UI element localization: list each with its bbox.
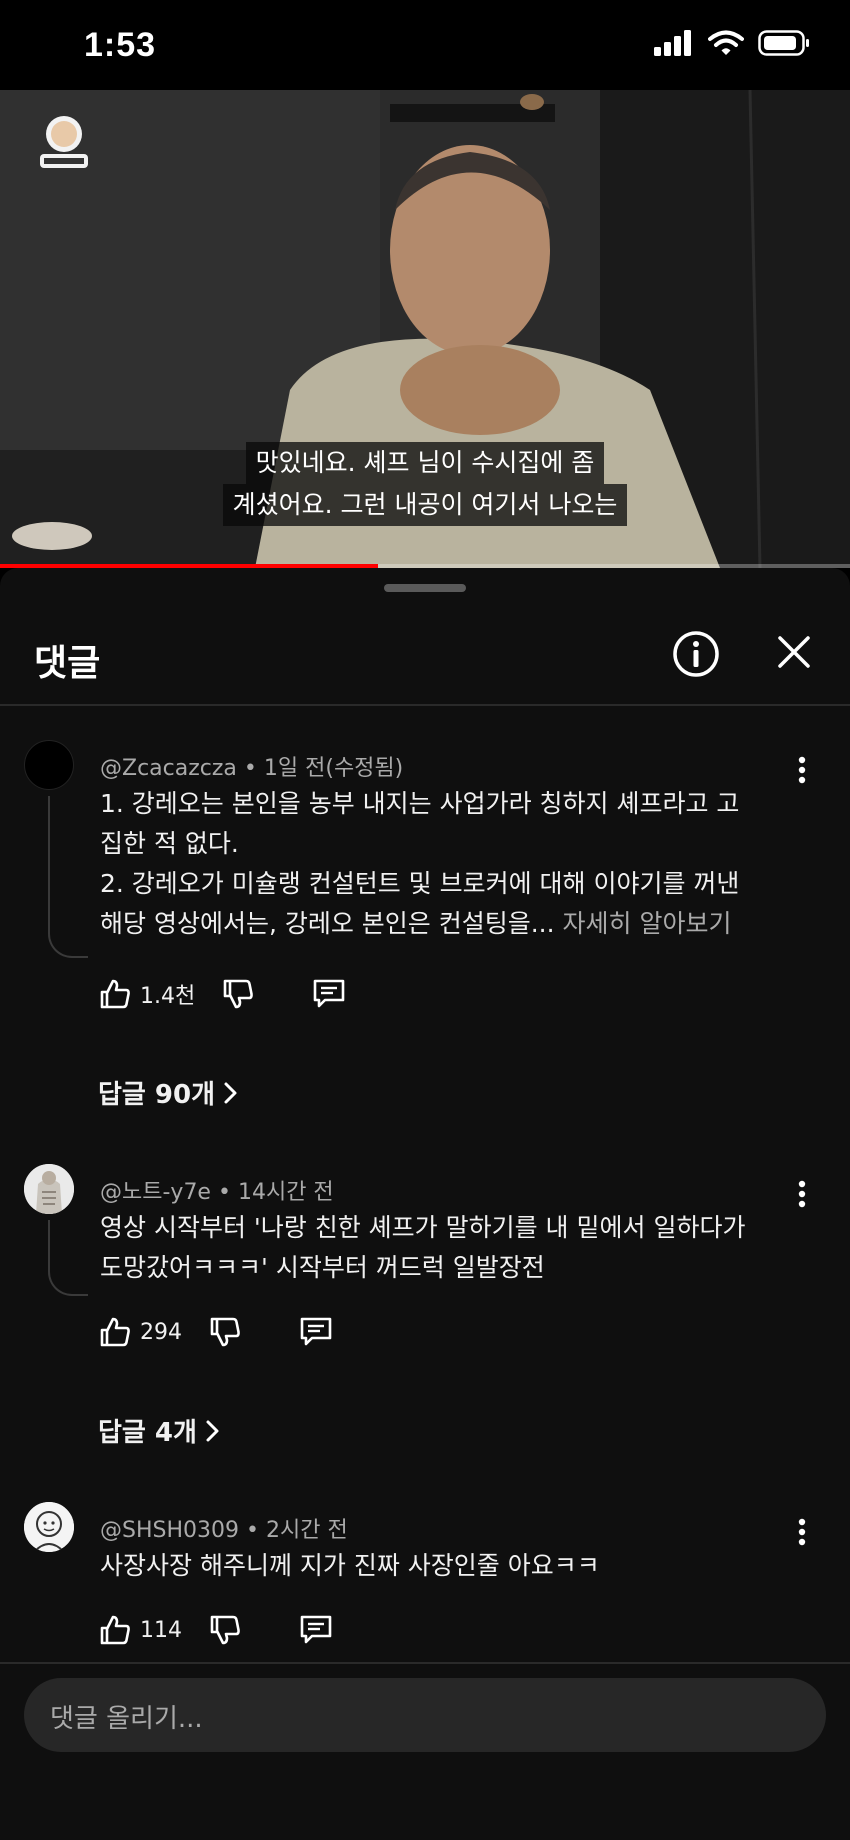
video-player[interactable]: 맛있네요. 셰프 님이 수시집에 좀 계셨어요. 그런 내공이 여기서 나오는 (0, 90, 850, 568)
replies-count: 답글 90개 (98, 1080, 215, 1110)
divider (0, 704, 850, 706)
subtitle-text: 계셨어요. 그런 내공이 여기서 나오는 (222, 484, 628, 526)
thumbs-down-icon[interactable] (221, 977, 255, 1011)
channel-logo (40, 116, 88, 168)
comment-line: 해당 영상에서는, 강레오 본인은 컨설팅을... 자세히 알아보기 (100, 904, 790, 944)
comment-meta: @Zcacazcza • 1일 전(수정됨) (100, 750, 403, 782)
comment-author[interactable]: @SHSH0309 (100, 1518, 239, 1543)
comment-line: 1. 강레오는 본인을 농부 내지는 사업가라 칭하지 셰프라고 고 (100, 789, 740, 818)
comment-meta: @노트-y7e • 14시간 전 (100, 1174, 334, 1206)
comments-sheet: 댓글 @Zcacazcza • 1일 전(수정됨) 1. 강레오는 본인을 농부… (0, 568, 850, 1840)
avatar-image (24, 1164, 74, 1214)
subtitle-text: 맛있네요. 셰프 님이 수시집에 좀 (245, 442, 605, 484)
thumbs-down-icon[interactable] (208, 1315, 242, 1349)
chevron-right-icon (206, 1420, 219, 1441)
status-time: 1:53 (84, 26, 157, 64)
thumbs-up-icon (100, 1615, 130, 1645)
comment-input-placeholder: 댓글 올리기... (50, 1704, 203, 1734)
cellular-signal-icon (654, 30, 691, 56)
close-icon[interactable] (772, 630, 816, 674)
view-replies-button[interactable]: 답글 90개 (98, 1074, 239, 1111)
battery-icon (758, 30, 809, 56)
thumbs-up-icon (100, 979, 130, 1009)
like-button[interactable]: 114 (98, 1613, 182, 1647)
comment-line: 2. 강레오가 미슐랭 컨설턴트 및 브로커에 대해 이야기를 꺼낸 (100, 869, 740, 898)
comment-line: 영상 시작부터 '나랑 친한 셰프가 말하기를 내 밑에서 일하다가 (100, 1213, 746, 1242)
wifi-icon (708, 30, 744, 55)
thread-line (48, 1220, 88, 1296)
comment-time: 1일 전(수정됨) (263, 756, 404, 781)
like-button[interactable]: 1.4천 (98, 977, 195, 1011)
replies-count: 답글 4개 (98, 1418, 197, 1448)
comment-line-text: 해당 영상에서는, 강레오 본인은 컨설팅을... (100, 909, 555, 938)
more-options-icon[interactable] (784, 1514, 820, 1550)
subtitle-line: 계셨어요. 그런 내공이 여기서 나오는 (0, 484, 850, 526)
comment-text: 영상 시작부터 '나랑 친한 셰프가 말하기를 내 밑에서 일하다가 도망갔어ㅋ… (100, 1208, 790, 1288)
more-options-icon[interactable] (784, 752, 820, 788)
more-options-icon[interactable] (784, 1176, 820, 1212)
view-replies-button[interactable]: 답글 4개 (98, 1412, 221, 1449)
comment-text: 1. 강레오는 본인을 농부 내지는 사업가라 칭하지 셰프라고 고 집한 적 … (100, 784, 790, 944)
comments-header: 댓글 (0, 628, 850, 690)
avatar[interactable] (24, 1502, 74, 1552)
comment-author[interactable]: @노트-y7e (100, 1180, 211, 1205)
read-more-link[interactable]: 자세히 알아보기 (555, 909, 732, 938)
comment-line: 도망갔어ㅋㅋㅋ' 시작부터 꺼드럭 일발장전 (100, 1253, 545, 1282)
comment-time: 14시간 전 (237, 1180, 334, 1205)
dot-separator: • (217, 1180, 238, 1205)
like-count: 114 (140, 1617, 182, 1643)
comment-actions: 1.4천 (98, 972, 347, 1016)
avatar[interactable] (24, 1164, 74, 1214)
info-circle-icon[interactable] (670, 628, 722, 680)
thread-line (48, 796, 88, 958)
reply-icon[interactable] (298, 1613, 334, 1647)
divider (0, 1662, 850, 1664)
comments-title: 댓글 (34, 643, 101, 684)
reply-icon[interactable] (298, 1315, 334, 1349)
avatar-image (24, 1502, 74, 1552)
like-button[interactable]: 294 (98, 1315, 182, 1349)
thumbs-down-icon[interactable] (208, 1613, 242, 1647)
drag-handle[interactable] (384, 584, 466, 592)
like-count: 1.4천 (140, 984, 196, 1009)
comment-author[interactable]: @Zcacazcza (100, 756, 237, 781)
comment-text: 사장사장 해주니께 지가 진짜 사장인줄 아요ㅋㅋ (100, 1546, 790, 1586)
comment-time: 2시간 전 (266, 1518, 348, 1543)
comment-input[interactable]: 댓글 올리기... (24, 1678, 826, 1752)
dot-separator: • (243, 756, 264, 781)
comment-actions: 114 (98, 1608, 334, 1652)
status-bar: 1:53 (0, 0, 850, 90)
chevron-right-icon (224, 1082, 237, 1103)
dot-separator: • (246, 1518, 266, 1543)
thumbs-up-icon (100, 1317, 130, 1347)
comment-actions: 294 (98, 1310, 334, 1354)
comment-meta: @SHSH0309 • 2시간 전 (100, 1512, 348, 1544)
like-count: 294 (140, 1319, 182, 1345)
comment-line: 집한 적 없다. (100, 829, 239, 858)
status-icons (654, 30, 810, 56)
reply-icon[interactable] (311, 977, 347, 1011)
comment-line: 사장사장 해주니께 지가 진짜 사장인줄 아요ㅋㅋ (100, 1551, 600, 1580)
avatar[interactable] (24, 740, 74, 790)
subtitle-line: 맛있네요. 셰프 님이 수시집에 좀 (0, 442, 850, 484)
